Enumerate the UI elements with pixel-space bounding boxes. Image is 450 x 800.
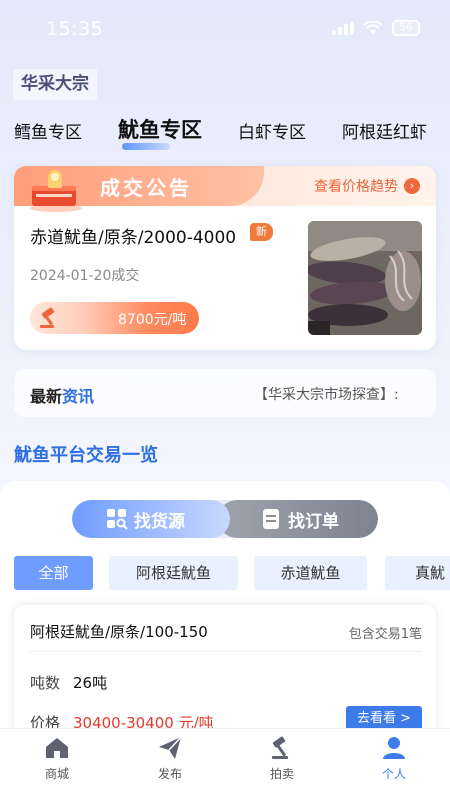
user-icon xyxy=(381,735,407,761)
status-bar: 15:35 56 xyxy=(0,0,450,60)
tonnage-label: 吨数 xyxy=(30,674,61,692)
squid-product-photo[interactable] xyxy=(308,221,422,335)
brand-title: 华采大宗 xyxy=(13,69,97,100)
gavel-icon xyxy=(269,735,295,761)
signal-icon xyxy=(332,21,354,35)
listing-trade-count: 包含交易1笔 xyxy=(348,627,422,642)
deal-price-pill: 8700元/吨 xyxy=(30,302,199,334)
nav-label-auction: 拍卖 xyxy=(269,767,294,781)
document-icon xyxy=(260,508,282,530)
tonnage-value: 26吨 xyxy=(73,674,108,692)
nav-item-mall[interactable]: 商城 xyxy=(17,735,97,782)
wifi-icon xyxy=(363,21,383,35)
nav-label-mall: 商城 xyxy=(44,767,69,781)
deal-notice-card[interactable]: 成交公告 查看价格趋势 › 赤道魷鱼/原条/2000-4000 新 2024-0… xyxy=(14,166,436,350)
nav-item-auction[interactable]: 拍卖 xyxy=(242,735,322,782)
trade-overview-panel: 找货源 找订单 全部 阿根廷魷鱼 赤道魷鱼 真魷 阿根廷魷鱼/原条/100-15… xyxy=(0,481,450,745)
listing-title: 阿根廷魷鱼/原条/100-150 xyxy=(30,623,208,641)
tab-argentine-red-shrimp[interactable]: 阿根廷红虾 xyxy=(342,118,427,143)
status-icons: 56 xyxy=(332,20,420,36)
grid-search-icon xyxy=(106,508,128,530)
bottom-navigation: 商城 发布 拍卖 个人 xyxy=(0,728,450,800)
send-icon xyxy=(157,735,183,761)
nav-item-publish[interactable]: 发布 xyxy=(130,735,210,782)
squid-type-filters: 全部 阿根廷魷鱼 赤道魷鱼 真魷 xyxy=(0,556,450,590)
find-orders-tab[interactable]: 找订单 xyxy=(260,500,339,538)
news-label-highlight: 资讯 xyxy=(62,387,95,406)
section-title: 魷鱼平台交易一览 xyxy=(14,445,158,466)
filter-chip-true-squid[interactable]: 真魷 xyxy=(385,556,450,590)
news-label: 最新资讯 xyxy=(30,383,94,407)
find-orders-label: 找订单 xyxy=(288,511,339,532)
active-tab-indicator xyxy=(122,143,170,150)
status-time: 15:35 xyxy=(46,18,104,40)
battery-icon: 56 xyxy=(392,20,420,36)
source-order-toggle: 找货源 找订单 xyxy=(72,500,378,538)
notice-title: 成交公告 xyxy=(100,176,192,200)
news-label-prefix: 最新 xyxy=(30,387,63,406)
news-ticker[interactable]: 最新资讯 【华采大宗市场探查】: xyxy=(14,369,436,417)
listing-card[interactable]: 阿根廷魷鱼/原条/100-150 包含交易1笔 吨数 26吨 价格 30400-… xyxy=(14,605,436,745)
chevron-right-icon: › xyxy=(404,178,420,194)
divider xyxy=(30,651,422,652)
news-marquee-text[interactable]: 【华采大宗市场探查】: xyxy=(254,384,424,404)
tab-cod[interactable]: 鳕鱼专区 xyxy=(14,118,82,143)
notice-header: 成交公告 查看价格趋势 › xyxy=(14,166,436,212)
find-supply-label: 找货源 xyxy=(134,511,185,532)
gavel-icon xyxy=(38,307,62,329)
find-supply-tab[interactable]: 找货源 xyxy=(106,500,185,538)
nav-label-profile: 个人 xyxy=(381,767,406,781)
new-badge: 新 xyxy=(250,223,273,241)
notice-product-name: 赤道魷鱼/原条/2000-4000 xyxy=(30,228,237,248)
home-icon xyxy=(44,735,70,761)
filter-chip-argentine[interactable]: 阿根廷魷鱼 xyxy=(109,556,238,590)
view-price-trend-link[interactable]: 查看价格趋势 › xyxy=(314,176,420,196)
tab-squid[interactable]: 魷鱼专区 xyxy=(118,114,202,144)
notice-book-icon xyxy=(26,168,88,214)
category-tabs: 鳕鱼专区 魷鱼专区 白虾专区 阿根廷红虾 xyxy=(0,112,450,152)
filter-chip-all[interactable]: 全部 xyxy=(14,556,93,590)
nav-label-publish: 发布 xyxy=(157,767,182,781)
tab-white-shrimp[interactable]: 白虾专区 xyxy=(238,118,306,143)
deal-date: 2024-01-20成交 xyxy=(30,268,140,284)
nav-item-profile[interactable]: 个人 xyxy=(354,735,434,782)
trend-link-label: 查看价格趋势 xyxy=(314,179,398,195)
filter-chip-equatorial[interactable]: 赤道魷鱼 xyxy=(254,556,367,590)
deal-price: 8700元/吨 xyxy=(118,312,187,328)
